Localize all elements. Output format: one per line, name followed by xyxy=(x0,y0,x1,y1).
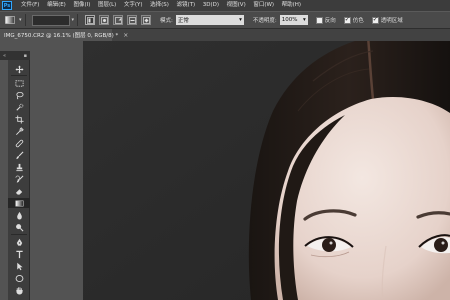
toolbox xyxy=(8,60,30,300)
dodge-icon xyxy=(15,223,23,231)
stamp-icon xyxy=(15,163,23,171)
opacity-value: 100% xyxy=(281,17,298,23)
separator xyxy=(11,75,27,76)
hand-tool[interactable] xyxy=(8,285,30,295)
dither-label: 仿色 xyxy=(352,18,364,24)
gradient-swatch[interactable] xyxy=(31,14,70,26)
chevron-down-icon: ▾ xyxy=(302,17,306,23)
mode-label: 模式: xyxy=(160,18,173,24)
crop-tool[interactable] xyxy=(8,114,30,124)
separator xyxy=(24,14,26,26)
gradient-tool-icon xyxy=(5,16,15,24)
menu-filter[interactable]: 滤镜(T) xyxy=(177,0,196,11)
opacity-label: 不透明度: xyxy=(252,18,277,24)
separator xyxy=(77,14,79,26)
menu-help[interactable]: 帮助(H) xyxy=(282,0,301,11)
gradient-icon xyxy=(14,200,24,206)
angle-gradient-button[interactable] xyxy=(113,15,124,25)
arrow-icon xyxy=(16,262,23,270)
ellipse-icon xyxy=(15,274,23,282)
path-select-tool[interactable] xyxy=(8,261,30,271)
lasso-tool[interactable] xyxy=(8,90,30,100)
options-bar: ▾ ▾ 模式: 正常 ▾ 不透明度: 100% ▾ 反向 ✓ 仿色 ✓ 透明区域 xyxy=(0,11,450,29)
lasso-icon xyxy=(15,91,24,99)
document-tab-strip: IMG_6750.CR2 @ 16.1% (图层 0, RGB/8) * × xyxy=(0,29,450,41)
hand-icon xyxy=(15,286,23,295)
shape-tool[interactable] xyxy=(8,273,30,283)
diamond-gradient-icon xyxy=(142,16,150,24)
menu-file[interactable]: 文件(F) xyxy=(21,0,39,11)
linear-gradient-button[interactable] xyxy=(85,15,96,25)
radial-gradient-icon xyxy=(100,16,108,24)
menu-window[interactable]: 窗口(W) xyxy=(253,0,274,11)
marquee-tool[interactable] xyxy=(8,78,30,88)
eraser-tool[interactable] xyxy=(8,186,30,196)
bandage-icon xyxy=(15,139,23,147)
dither-checkbox[interactable]: ✓ xyxy=(343,16,351,24)
radial-gradient-button[interactable] xyxy=(99,15,110,25)
canvas[interactable] xyxy=(83,41,450,300)
move-tool[interactable] xyxy=(8,64,30,74)
photoshop-logo: Ps xyxy=(2,1,12,10)
quick-select-icon xyxy=(15,103,23,111)
blur-tool[interactable] xyxy=(8,210,30,220)
reflected-gradient-icon xyxy=(128,16,136,24)
document-image xyxy=(83,41,450,300)
document-tab[interactable]: IMG_6750.CR2 @ 16.1% (图层 0, RGB/8) * × xyxy=(0,29,128,41)
type-icon xyxy=(15,250,23,258)
pen-tool[interactable] xyxy=(8,237,30,247)
eyedropper-icon xyxy=(15,126,24,135)
menu-bar: Ps 文件(F) 编辑(E) 图像(I) 图层(L) 文字(Y) 选择(S) 滤… xyxy=(0,0,450,11)
grip-icon: ▪ xyxy=(23,52,27,59)
gradient-tool[interactable] xyxy=(8,198,30,208)
dodge-tool[interactable] xyxy=(8,222,30,232)
toolbox-header: « ▪ xyxy=(0,51,30,60)
chevron-down-icon: ▾ xyxy=(239,17,242,23)
diamond-gradient-button[interactable] xyxy=(141,15,152,25)
menu-layer[interactable]: 图层(L) xyxy=(98,0,116,11)
transparency-checkbox[interactable]: ✓ xyxy=(371,16,379,24)
move-icon xyxy=(14,64,24,74)
pen-icon xyxy=(16,238,22,246)
marquee-icon xyxy=(14,79,24,87)
collapse-icon[interactable]: « xyxy=(3,53,6,59)
linear-gradient-icon xyxy=(86,16,94,24)
eyedropper-tool[interactable] xyxy=(8,126,30,136)
document-tab-title: IMG_6750.CR2 @ 16.1% (图层 0, RGB/8) * xyxy=(4,33,119,39)
reverse-checkbox[interactable] xyxy=(315,16,323,24)
clone-stamp-tool[interactable] xyxy=(8,162,30,172)
separator xyxy=(11,234,27,235)
history-brush-tool[interactable] xyxy=(8,174,30,184)
menu-items: 文件(F) 编辑(E) 图像(I) 图层(L) 文字(Y) 选择(S) 滤镜(T… xyxy=(21,0,309,11)
droplet-icon xyxy=(16,211,22,220)
menu-3d[interactable]: 3D(D) xyxy=(203,0,219,11)
history-brush-icon xyxy=(15,175,23,183)
type-tool[interactable] xyxy=(8,249,30,259)
menu-view[interactable]: 视图(V) xyxy=(227,0,246,11)
opacity-input[interactable]: 100% ▾ xyxy=(279,15,308,25)
brush-tool[interactable] xyxy=(8,150,30,160)
quick-select-tool[interactable] xyxy=(8,102,30,112)
mode-select[interactable]: 正常 ▾ xyxy=(175,15,244,25)
menu-type[interactable]: 文字(Y) xyxy=(124,0,143,11)
reflected-gradient-button[interactable] xyxy=(127,15,138,25)
mode-value: 正常 xyxy=(177,18,189,24)
tool-preset-picker[interactable] xyxy=(3,14,17,26)
chevron-down-icon[interactable]: ▾ xyxy=(72,17,75,23)
transparency-label: 透明区域 xyxy=(380,18,403,24)
menu-edit[interactable]: 编辑(E) xyxy=(47,0,66,11)
chevron-down-icon[interactable]: ▾ xyxy=(19,17,22,23)
menu-image[interactable]: 图像(I) xyxy=(73,0,90,11)
reverse-label: 反向 xyxy=(324,18,336,24)
healing-brush-tool[interactable] xyxy=(8,138,30,148)
angle-gradient-icon xyxy=(114,16,122,24)
brush-icon xyxy=(15,151,23,159)
eraser-icon xyxy=(15,188,22,195)
close-icon[interactable]: × xyxy=(123,32,128,39)
menu-select[interactable]: 选择(S) xyxy=(150,0,169,11)
crop-icon xyxy=(14,114,24,124)
